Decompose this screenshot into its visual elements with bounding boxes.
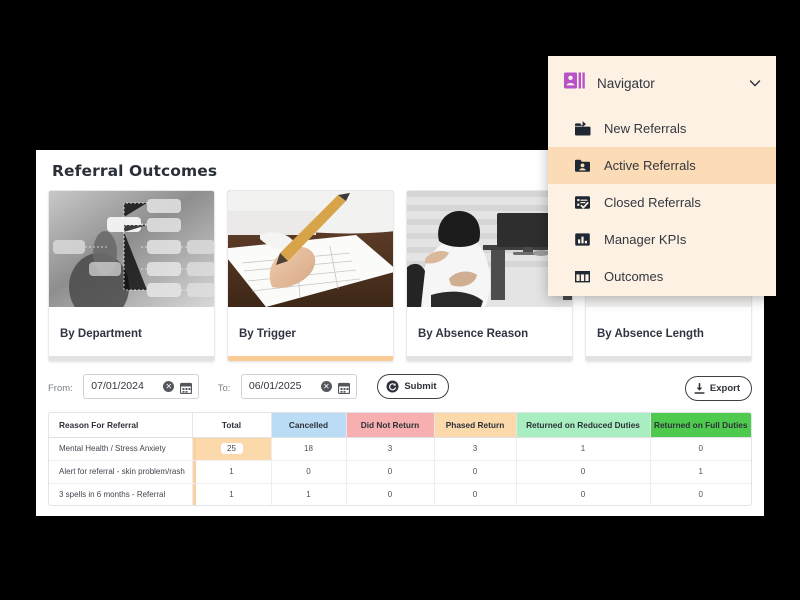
- cell-phased-return: 3: [434, 437, 517, 461]
- card-selection-bar: [407, 356, 572, 361]
- from-date-value: 07/01/2024: [91, 380, 144, 392]
- export-button[interactable]: Export: [684, 376, 752, 401]
- col-cancelled[interactable]: Cancelled: [271, 413, 347, 438]
- col-returned-on-full-duties[interactable]: Returned on Full Duties: [650, 413, 751, 438]
- cell-did-not-return: 3: [346, 437, 435, 461]
- cell-reduced-duties: 0: [516, 483, 651, 505]
- nav-item-label: New Referrals: [604, 121, 687, 136]
- col-phased-return[interactable]: Phased Return: [434, 413, 517, 438]
- to-date-value: 06/01/2025: [248, 380, 302, 392]
- cell-full-duties: 1: [650, 460, 751, 484]
- nav-item-active-referrals[interactable]: Active Referrals: [548, 147, 776, 184]
- clear-circle-icon[interactable]: ✕: [163, 381, 175, 392]
- cell-phased-return: 0: [434, 483, 517, 505]
- to-date-field[interactable]: 06/01/2025 ✕: [240, 374, 357, 399]
- card-label: By Department: [60, 328, 142, 340]
- screenshot-root: Referral Outcomes By Department By Trigg…: [0, 0, 800, 600]
- navigator-header[interactable]: Navigator: [548, 56, 776, 110]
- cell-total: 1: [192, 460, 272, 484]
- cell-full-duties: 0: [698, 490, 703, 500]
- nav-item-label: Manager KPIs: [604, 232, 687, 247]
- cell-full-duties: 0: [650, 437, 751, 461]
- referral-outcomes-table-wrap[interactable]: Reason For Referral Total Cancelled Did …: [48, 412, 752, 506]
- cell-total: 25: [192, 437, 272, 461]
- col-did-not-return[interactable]: Did Not Return: [346, 413, 435, 438]
- card-selection-bar: [586, 356, 751, 361]
- nav-item-manager-kpis[interactable]: Manager KPIs: [548, 221, 776, 258]
- bar-chart-icon: [574, 231, 591, 248]
- referral-outcomes-table: Reason For Referral Total Cancelled Did …: [49, 413, 751, 505]
- cell-reduced-duties: 1: [516, 437, 651, 461]
- checklist-icon: [574, 194, 591, 211]
- from-date-field[interactable]: 07/01/2024 ✕: [83, 374, 200, 399]
- cell-reduced-duties: 0: [516, 460, 651, 484]
- submit-button[interactable]: Submit: [377, 374, 449, 399]
- nav-item-new-referrals[interactable]: New Referrals: [548, 110, 776, 147]
- card-by-trigger[interactable]: By Trigger: [227, 190, 394, 362]
- form-writing-photo: [228, 191, 393, 307]
- nav-item-outcomes[interactable]: Outcomes: [548, 258, 776, 295]
- calendar-icon[interactable]: [180, 381, 193, 395]
- col-total[interactable]: Total: [192, 413, 272, 438]
- cell-reason: Mental Health / Stress Anxiety: [49, 437, 193, 461]
- to-label: To:: [217, 382, 231, 394]
- id-badge-icon: [564, 72, 586, 94]
- nav-item-label: Outcomes: [604, 269, 664, 284]
- download-icon: [694, 382, 705, 395]
- table-row[interactable]: Alert for referral - skin problem/rash 1…: [49, 460, 751, 484]
- submit-label: Submit: [404, 381, 437, 392]
- table-row[interactable]: 3 spells in 6 months - Referral 1 1 0 0 …: [49, 483, 751, 505]
- org-chart-photo: [49, 191, 214, 307]
- cell-did-not-return: 0: [346, 460, 435, 484]
- cell-reason: Alert for referral - skin problem/rash: [49, 460, 193, 484]
- clear-circle-icon[interactable]: ✕: [320, 381, 332, 392]
- col-reason-for-referral[interactable]: Reason For Referral: [49, 413, 193, 438]
- calendar-icon[interactable]: [337, 381, 350, 395]
- navigator-title: Navigator: [597, 75, 655, 91]
- card-label: By Absence Reason: [418, 328, 529, 340]
- cell-phased-return: 0: [434, 460, 517, 484]
- card-label: By Trigger: [239, 328, 296, 340]
- export-label: Export: [709, 383, 740, 394]
- card-label: By Absence Length: [597, 328, 704, 340]
- total-value-pill: 25: [220, 443, 243, 454]
- cell-reason: 3 spells in 6 months - Referral: [49, 483, 193, 505]
- refresh-circle-icon: [386, 380, 399, 393]
- nav-item-label: Active Referrals: [604, 158, 696, 173]
- cell-cancelled: 1: [271, 483, 347, 505]
- date-filter-bar: From: 07/01/2024 ✕ To: 06/01/2025 ✕ Subm…: [48, 374, 752, 408]
- folder-person-icon: [574, 157, 591, 174]
- table-row[interactable]: Mental Health / Stress Anxiety 25 18 3 3…: [49, 437, 751, 461]
- page-title: Referral Outcomes: [52, 162, 218, 180]
- card-by-department[interactable]: By Department: [48, 190, 215, 362]
- table-header-row: Reason For Referral Total Cancelled Did …: [49, 413, 751, 438]
- from-label: From:: [48, 382, 73, 394]
- cell-cancelled: 18: [271, 437, 347, 461]
- nav-item-label: Closed Referrals: [604, 195, 701, 210]
- cell-total: 1: [192, 483, 272, 505]
- card-selection-bar: [49, 356, 214, 361]
- navigator-dropdown: Navigator New Referrals Active Referrals…: [548, 56, 776, 296]
- table-columns-icon: [574, 268, 591, 285]
- open-folder-icon: [574, 120, 591, 137]
- nav-item-closed-referrals[interactable]: Closed Referrals: [548, 184, 776, 221]
- chevron-down-icon[interactable]: [748, 76, 762, 90]
- cell-cancelled: 0: [271, 460, 347, 484]
- cell-did-not-return: 0: [346, 483, 435, 505]
- col-returned-on-reduced-duties[interactable]: Returned on Reduced Duties: [516, 413, 651, 438]
- card-selection-bar: [228, 356, 393, 361]
